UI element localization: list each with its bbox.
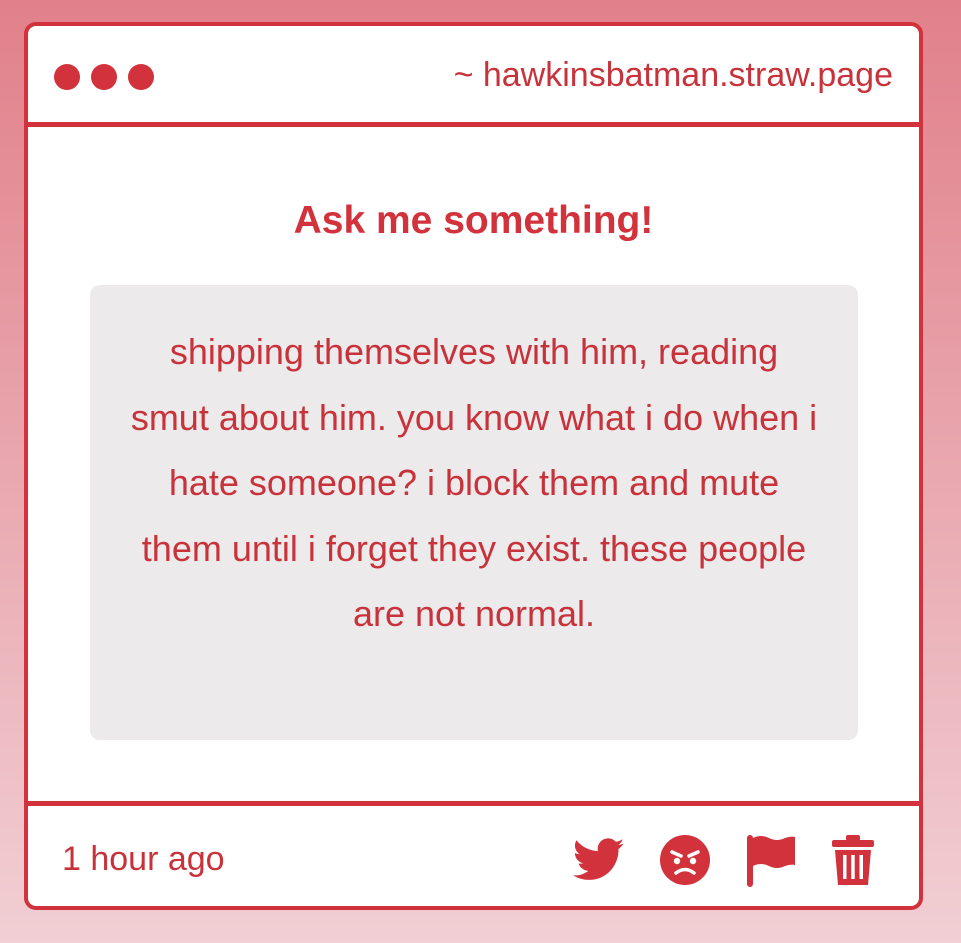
angry-face-icon[interactable] [659,834,711,886]
trash-icon[interactable] [831,834,875,886]
flag-icon[interactable] [745,833,797,887]
question-text: shipping themselves with him, reading sm… [130,331,818,634]
card-footer: 1 hour ago [28,801,919,906]
question-box: shipping themselves with him, reading sm… [90,285,858,740]
ask-card: ~ hawkinsbatman.straw.page Ask me someth… [24,22,923,910]
window-dot [128,64,154,90]
page-title: Ask me something! [293,199,654,242]
timestamp: 1 hour ago [62,840,225,878]
window-dots [54,64,154,90]
twitter-icon[interactable] [573,838,625,882]
window-titlebar: ~ hawkinsbatman.straw.page [28,26,919,127]
card-body: Ask me something! shipping themselves wi… [28,127,919,803]
page-url[interactable]: ~ hawkinsbatman.straw.page [454,52,893,98]
action-bar [573,833,875,887]
window-dot [54,64,80,90]
window-dot [91,64,117,90]
